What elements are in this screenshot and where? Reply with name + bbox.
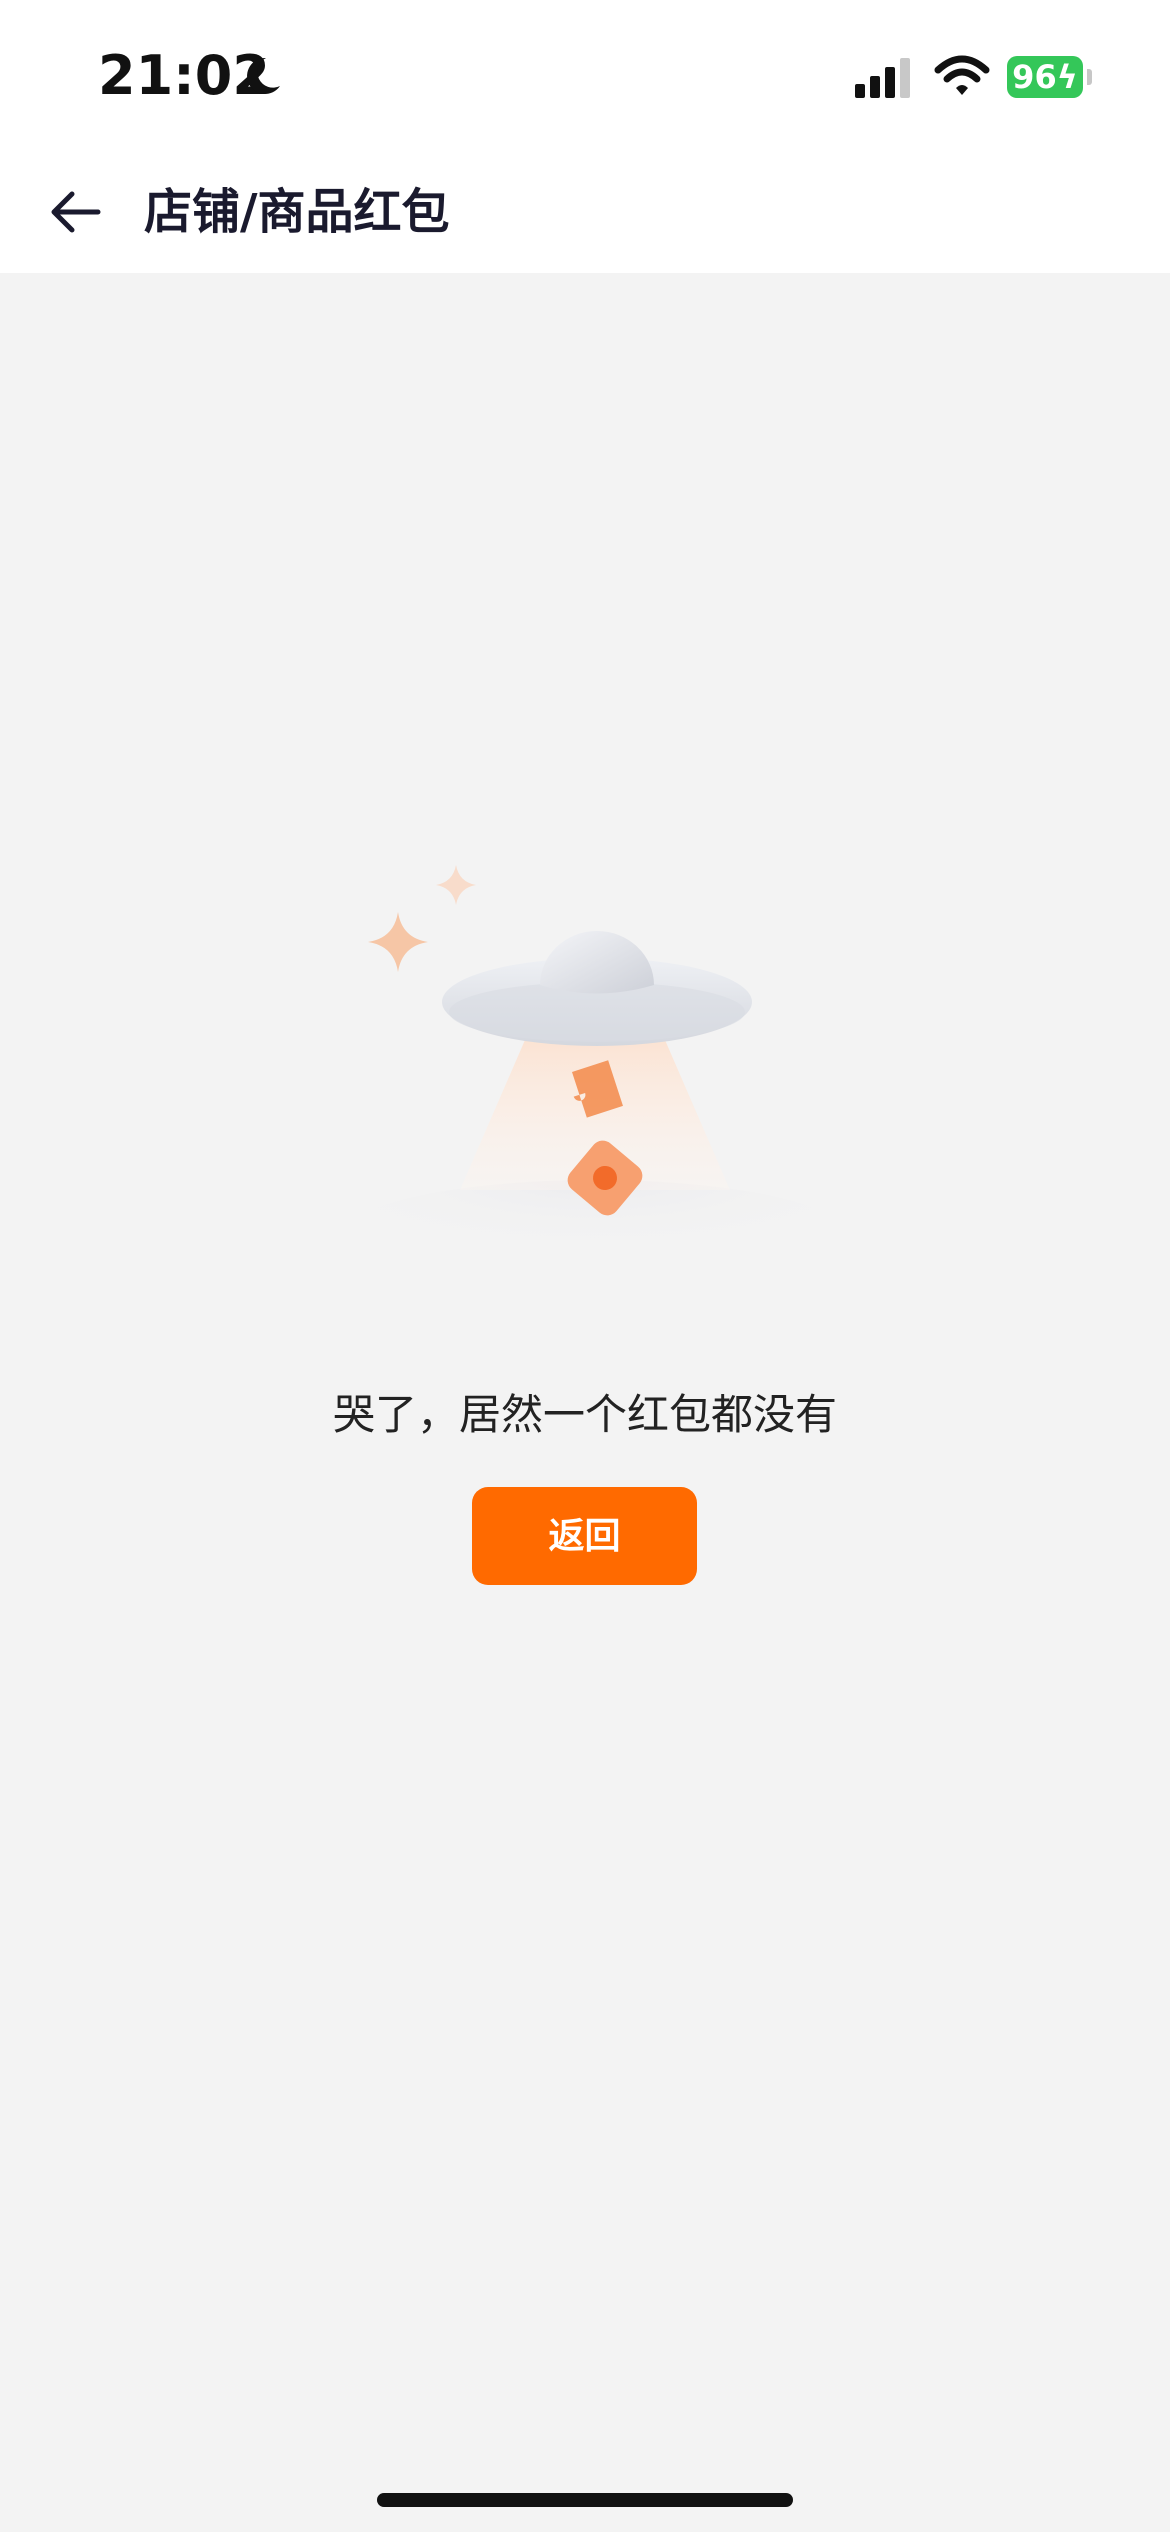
- status-bar: 21:02 96ϟ: [0, 0, 1170, 150]
- navigation-bar: 店铺/商品红包: [0, 150, 1170, 273]
- home-indicator[interactable]: [377, 2493, 793, 2507]
- charging-bolt-icon: ϟ: [1056, 58, 1078, 96]
- battery-icon: 96ϟ: [1007, 56, 1083, 98]
- return-button[interactable]: 返回: [472, 1487, 697, 1585]
- signal-icon: [855, 58, 910, 98]
- ufo-red-packet-illustration: [335, 865, 850, 1250]
- moon-icon: [247, 57, 280, 94]
- battery-level: 96: [1012, 58, 1057, 96]
- sparkle-large: [368, 912, 428, 972]
- ufo-dome: [540, 931, 654, 994]
- page-title: 店铺/商品红包: [144, 184, 450, 240]
- back-arrow-icon[interactable]: [44, 180, 108, 244]
- empty-state-message: 哭了，居然一个红包都没有: [332, 1390, 837, 1439]
- sparkle-small: [436, 865, 476, 905]
- battery-cap: [1087, 69, 1092, 85]
- wifi-icon: [934, 55, 990, 95]
